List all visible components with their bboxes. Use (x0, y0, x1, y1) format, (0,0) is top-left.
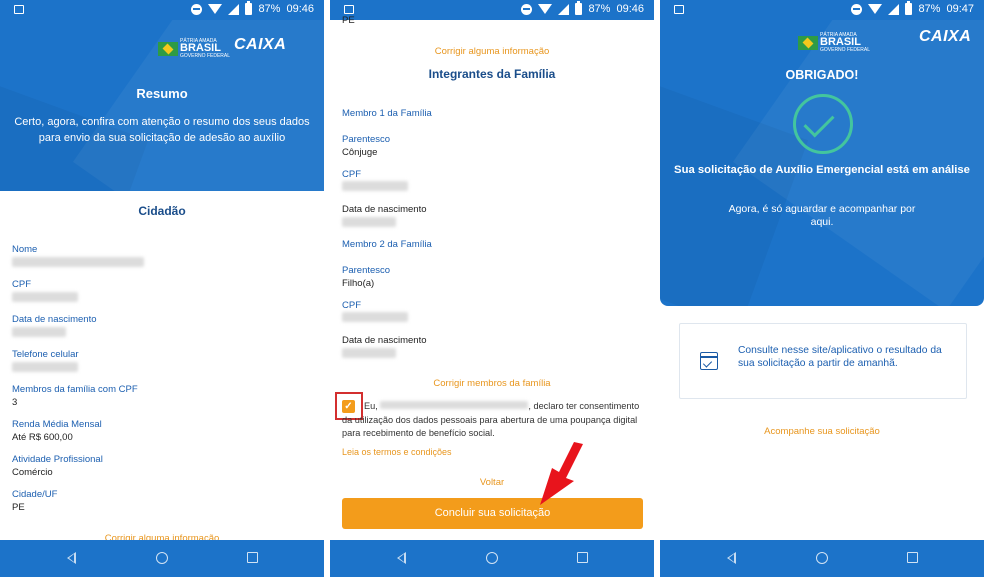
field-value-birthdate (12, 327, 66, 340)
field-value-family-members: 3 (12, 397, 18, 408)
city-value: PE (342, 15, 355, 26)
consent-text: Eu, , declaro ter consentimento da utili… (342, 401, 640, 438)
recent-apps-icon[interactable] (247, 552, 258, 563)
signal-icon (888, 3, 900, 15)
image-notification-icon (674, 5, 684, 14)
field-label-city: Cidade/UF (12, 489, 58, 500)
brazil-flag-icon (158, 41, 178, 56)
status-bar: 87% 09:47 (660, 0, 984, 20)
red-arrow-annotation (540, 442, 583, 505)
member1-birthdate-label: Data de nascimento (342, 204, 427, 215)
member2-cpf-label: CPF (342, 300, 361, 311)
clock: 09:46 (616, 3, 644, 15)
clock: 09:46 (286, 3, 314, 15)
field-label-occupation: Atividade Profissional (12, 454, 103, 465)
field-label-income: Renda Média Mensal (12, 419, 102, 430)
terms-link[interactable]: Leia os termos e condições (342, 447, 452, 457)
recent-apps-icon[interactable] (907, 552, 918, 563)
back-link[interactable]: Voltar (330, 477, 654, 488)
signal-icon (228, 3, 240, 15)
android-nav-bar (330, 540, 654, 577)
field-value-income: Até R$ 600,00 (12, 432, 73, 443)
wifi-icon (868, 4, 883, 14)
section-title-family: Integrantes da Família (428, 67, 556, 81)
member2-cpf-value (342, 312, 408, 325)
calendar-check-icon (700, 352, 718, 370)
battery-level: 87% (918, 3, 941, 15)
image-notification-icon (14, 5, 24, 14)
follow-request-link[interactable]: Acompanhe sua solicitação (660, 426, 984, 437)
status-bar: 87% 09:46 (0, 0, 324, 20)
brasil-logo: PÁTRIA AMADA BRASIL GOVERNO FEDERAL (158, 38, 230, 59)
home-icon[interactable] (816, 552, 828, 564)
field-label-birthdate: Data de nascimento (12, 314, 97, 325)
battery-level: 87% (258, 3, 281, 15)
field-value-occupation: Comércio (12, 467, 53, 478)
image-notification-icon (344, 5, 354, 14)
back-icon[interactable] (727, 552, 736, 564)
do-not-disturb-icon (851, 3, 863, 15)
battery-icon (905, 1, 913, 15)
back-icon[interactable] (397, 552, 406, 564)
recent-apps-icon[interactable] (577, 552, 588, 563)
status-bar: 87% 09:46 (330, 0, 654, 20)
home-icon[interactable] (486, 552, 498, 564)
wifi-icon (208, 4, 223, 14)
success-header: PÁTRIA AMADA BRASIL GOVERNO FEDERAL CAIXA (660, 20, 984, 306)
battery-level: 87% (588, 3, 611, 15)
info-card: Consulte nesse site/aplicativo o resulta… (679, 323, 967, 399)
caixa-logo: CAIXA (234, 36, 287, 53)
do-not-disturb-icon (521, 3, 533, 15)
brasil-logo: PÁTRIA AMADA BRASIL GOVERNO FEDERAL (798, 32, 870, 53)
member2-relationship-value: Filho(a) (342, 278, 375, 289)
caixa-logo: CAIXA (919, 28, 972, 45)
clock: 09:47 (946, 3, 974, 15)
battery-icon (575, 1, 583, 15)
field-label-family-members: Membros da família com CPF (12, 384, 138, 395)
member2-title: Membro 2 da Família (342, 239, 432, 250)
member1-cpf-value (342, 181, 408, 194)
analysis-message: Sua solicitação de Auxílio Emergencial e… (674, 164, 970, 176)
field-label-name: Nome (12, 244, 38, 255)
family-confirmation-screen: 87% 09:46 PE Corrigir alguma informação … (330, 0, 654, 577)
do-not-disturb-icon (191, 3, 203, 15)
info-text: Consulte nesse site/aplicativo o resulta… (738, 345, 942, 369)
field-value-phone (12, 362, 78, 375)
member2-relationship-label: Parentesco (342, 265, 391, 276)
wifi-icon (538, 4, 553, 14)
submit-request-button[interactable]: Concluir sua solicitação (342, 498, 643, 529)
thanks-title: OBRIGADO! (785, 68, 859, 82)
summary-header: PÁTRIA AMADA BRASIL GOVERNO FEDERAL CAIXA … (0, 20, 324, 191)
field-label-cpf: CPF (12, 279, 31, 290)
correct-info-link[interactable]: Corrigir alguma informação (330, 46, 654, 57)
page-title: Resumo (136, 86, 188, 101)
member1-birthdate-value (342, 217, 396, 230)
home-icon[interactable] (156, 552, 168, 564)
summary-screen: 87% 09:46 PÁTRIA AMADA BRASIL GOVERNO FEDE… (0, 0, 324, 577)
member2-birthdate-label: Data de nascimento (342, 335, 427, 346)
brazil-flag-icon (798, 35, 818, 50)
thank-you-screen: 87% 09:47 PÁTRIA AMADA BRASIL GOVERNO FEDE… (660, 0, 984, 577)
member1-relationship-value: Cônjuge (342, 147, 378, 158)
section-title-citizen: Cidadão (138, 204, 186, 218)
field-value-cpf (12, 292, 78, 305)
member1-cpf-label: CPF (342, 169, 361, 180)
member2-birthdate-value (342, 348, 396, 361)
android-nav-bar (0, 540, 324, 577)
field-value-name (12, 257, 144, 270)
signal-icon (558, 3, 570, 15)
battery-icon (245, 1, 253, 15)
member1-relationship-label: Parentesco (342, 134, 391, 145)
intro-text: Certo, agora, confira com atenção o resu… (14, 116, 310, 144)
android-nav-bar (660, 540, 984, 577)
back-icon[interactable] (67, 552, 76, 564)
field-label-phone: Telefone celular (12, 349, 79, 360)
member1-title: Membro 1 da Família (342, 108, 432, 119)
correct-members-link[interactable]: Corrigir membros da família (330, 378, 654, 389)
field-value-city: PE (12, 502, 25, 513)
wait-message: Agora, é só aguardar e acompanhar por aq… (728, 203, 916, 228)
